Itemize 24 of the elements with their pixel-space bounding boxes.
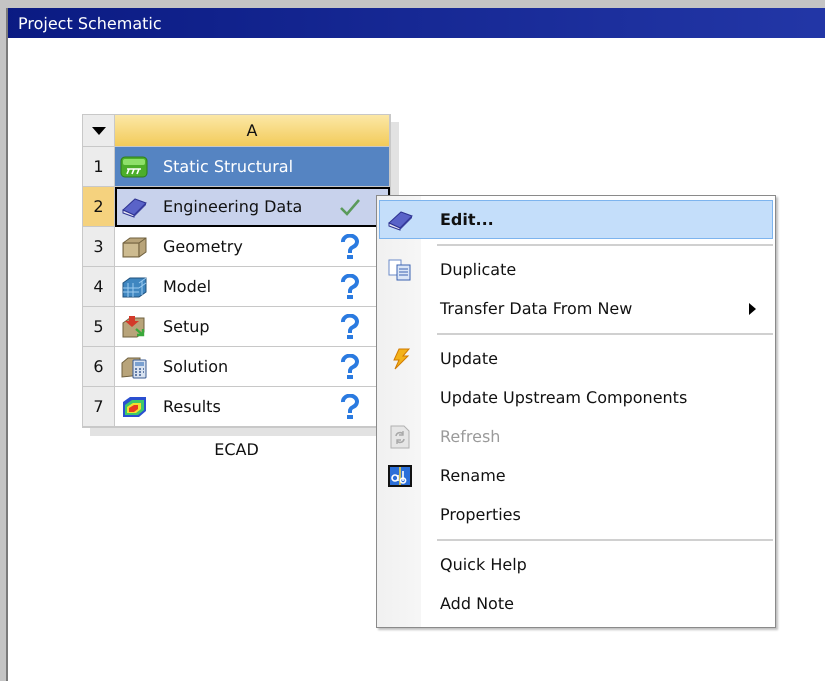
column-header: A [115, 115, 390, 147]
row-number: 3 [83, 227, 115, 267]
menu-item[interactable]: Rename [379, 456, 773, 495]
row-number: 5 [83, 307, 115, 347]
row-number: 7 [83, 387, 115, 427]
system-cell[interactable]: Engineering Data [115, 187, 390, 227]
row-number: 6 [83, 347, 115, 387]
row-number: 2 [83, 187, 115, 227]
menu-item[interactable]: Properties [379, 495, 773, 534]
copy-icon [387, 258, 413, 282]
mesh-cube-icon [120, 274, 148, 298]
system-name[interactable]: ECAD [214, 440, 259, 459]
dropdown-icon[interactable] [92, 126, 106, 136]
row-number: 1 [83, 147, 115, 187]
box-icon [120, 234, 148, 258]
menu-item[interactable]: Quick Help [379, 545, 773, 584]
menu-item[interactable]: Edit... [379, 200, 773, 239]
window-title: Project Schematic [8, 8, 825, 38]
row-number: 4 [83, 267, 115, 307]
menu-item[interactable]: Add Note [379, 584, 773, 623]
calculator-box-icon [120, 354, 148, 378]
system-title-cell[interactable]: Static Structural [115, 147, 390, 187]
rename-icon [387, 464, 413, 488]
contour-cube-icon [120, 394, 148, 418]
